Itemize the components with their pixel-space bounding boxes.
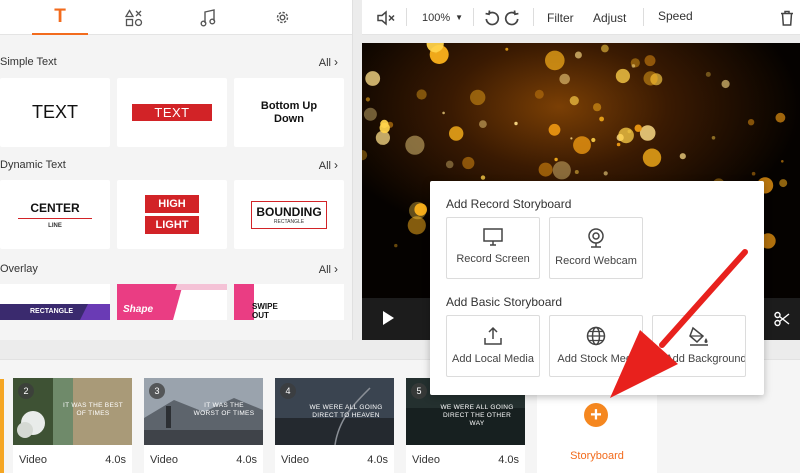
annotation-arrow — [610, 249, 748, 398]
